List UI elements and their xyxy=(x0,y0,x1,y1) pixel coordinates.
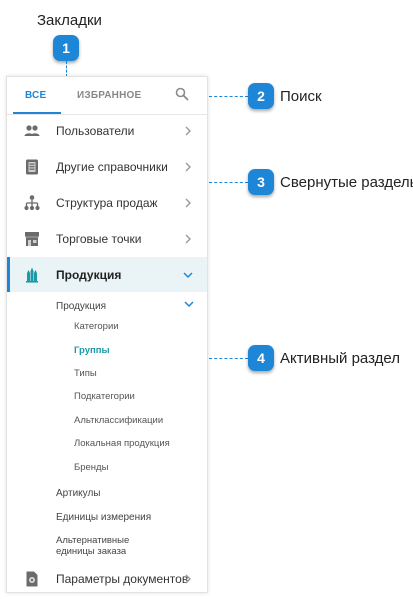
callout-2-connector xyxy=(209,96,248,97)
callout-badge-4: 4 xyxy=(248,345,274,371)
chevron-right-icon xyxy=(185,198,191,208)
callout-collapsed-label: Свернутые разделы xyxy=(280,174,413,191)
nav-item-other-directories[interactable]: Другие справочники xyxy=(7,149,207,185)
document-settings-icon xyxy=(26,571,38,587)
tab-bar: ВСЕ ИЗБРАННОЕ xyxy=(7,77,207,115)
chevron-right-icon xyxy=(185,234,191,244)
submenu-item-subcategories[interactable]: Подкатегории xyxy=(74,391,135,402)
hierarchy-icon xyxy=(24,195,40,211)
nav-item-label: Параметры документов xyxy=(56,572,189,586)
nav-item-outlets[interactable]: Торговые точки xyxy=(7,221,207,257)
chevron-down-icon xyxy=(183,272,193,279)
nav-item-label: Продукция xyxy=(56,268,122,282)
products-icon xyxy=(26,267,38,283)
callout-1-connector xyxy=(66,61,67,77)
nav-item-users[interactable]: Пользователи xyxy=(7,113,207,149)
nav-item-document-settings[interactable]: Параметры документов xyxy=(7,561,207,592)
tab-favorites[interactable]: ИЗБРАННОЕ xyxy=(77,90,141,101)
chevron-right-icon xyxy=(185,574,191,584)
callout-active-label: Активный раздел xyxy=(280,350,400,367)
submenu-item-local-products[interactable]: Локальная продукция xyxy=(74,438,170,449)
users-icon xyxy=(24,125,40,136)
submenu-item-articles[interactable]: Артикулы xyxy=(56,488,100,499)
callout-4-connector xyxy=(209,358,248,359)
nav-item-label: Пользователи xyxy=(56,124,135,138)
nav-item-label: Торговые точки xyxy=(56,232,142,246)
nav-item-label: Другие справочники xyxy=(56,160,168,174)
book-icon xyxy=(26,159,38,175)
search-icon[interactable] xyxy=(175,87,189,101)
store-icon xyxy=(25,232,39,246)
submenu-item-alt-units-line1[interactable]: Альтернативные xyxy=(56,535,129,546)
chevron-down-icon[interactable] xyxy=(183,299,195,309)
callout-badge-2: 2 xyxy=(248,83,274,109)
submenu-item-units[interactable]: Единицы измерения xyxy=(56,512,151,523)
chevron-right-icon xyxy=(185,126,191,136)
submenu-group-products[interactable]: Продукция xyxy=(56,301,106,312)
submenu-item-groups[interactable]: Группы xyxy=(74,345,110,356)
callout-badge-3: 3 xyxy=(248,169,274,195)
navigation-panel: ВСЕ ИЗБРАННОЕ Пользователи Другие справо… xyxy=(6,76,208,593)
tab-all[interactable]: ВСЕ xyxy=(25,90,46,101)
nav-item-sales-structure[interactable]: Структура продаж xyxy=(7,185,207,221)
submenu-item-brands[interactable]: Бренды xyxy=(74,462,108,473)
callout-search-label: Поиск xyxy=(280,88,322,105)
callout-3-connector xyxy=(209,182,248,183)
nav-item-label: Структура продаж xyxy=(56,196,158,210)
callout-badge-1: 1 xyxy=(53,35,79,61)
submenu-item-alt-classifications[interactable]: Альтклассификации xyxy=(74,415,163,426)
callout-bookmarks-label: Закладки xyxy=(37,12,102,29)
submenu-item-types[interactable]: Типы xyxy=(74,368,97,379)
submenu-item-categories[interactable]: Категории xyxy=(74,321,119,332)
nav-item-products[interactable]: Продукция xyxy=(7,257,207,293)
submenu-item-alt-units-line2[interactable]: единицы заказа xyxy=(56,546,126,557)
chevron-right-icon xyxy=(185,162,191,172)
